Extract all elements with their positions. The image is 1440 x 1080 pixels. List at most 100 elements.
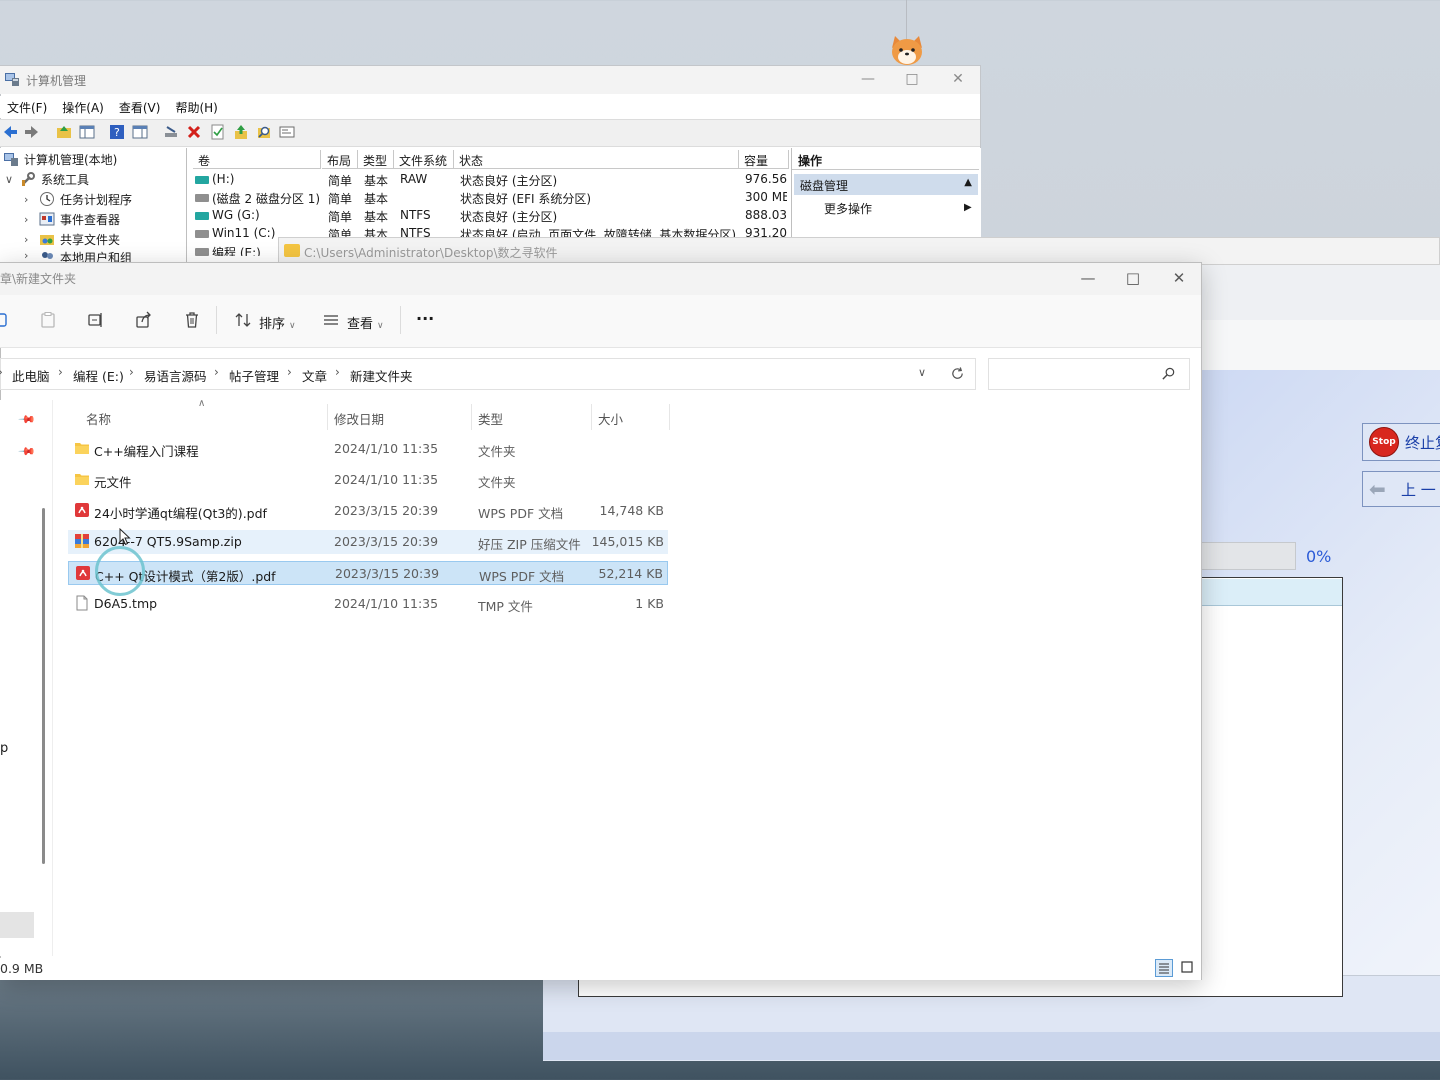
console-icon[interactable] [279,124,295,140]
column-header-filesystem[interactable]: 文件系统 [394,150,454,169]
breadcrumb-item[interactable]: 此电脑 [12,366,50,385]
back-arrow-icon[interactable] [2,124,18,140]
checklist-icon[interactable] [210,124,226,140]
volume-cell-fs[interactable]: RAW [400,172,452,186]
chevron-right-icon[interactable]: › [214,365,219,379]
submenu-arrow-icon[interactable]: ▶ [964,202,972,213]
view-button[interactable]: 查看 ∨ [347,313,384,332]
tree-root[interactable]: 计算机管理(本地) [3,149,117,169]
breadcrumb-item[interactable]: 帖子管理 [229,366,279,385]
cut-icon[interactable] [0,311,10,329]
column-header-volume[interactable]: 卷 [193,150,321,169]
tree-item-system-tools[interactable]: ∨ 系统工具 [5,169,89,189]
volume-cell-layout[interactable]: 简单 [328,172,358,189]
breadcrumb-item[interactable]: 易语言源码 [144,366,207,385]
column-header-capacity[interactable]: 容量 [739,150,789,169]
close-button[interactable]: ✕ [948,70,968,88]
tree-item-local-users[interactable]: › 本地用户和组 [24,249,132,263]
file-row[interactable]: C++编程入门课程 2024/1/10 11:35 文件夹 [68,437,668,461]
chevron-right-icon[interactable]: › [24,233,34,246]
thumbnail-view-button[interactable] [1179,959,1197,977]
action-more[interactable]: 更多操作 [824,200,872,217]
column-header-modified[interactable]: 修改日期 [334,409,384,428]
chevron-right-icon[interactable]: › [24,193,34,206]
chevron-right-icon[interactable]: › [335,365,340,379]
volume-cell-capacity[interactable]: 888.03 [745,208,787,222]
volume-cell-layout[interactable]: 简单 [328,208,358,225]
properties-pane-icon[interactable] [132,124,148,140]
breadcrumb-item[interactable]: 文章 [302,366,327,385]
volume-cell-status[interactable]: 状态良好 (主分区) [460,172,737,189]
details-view-button[interactable] [1155,959,1173,977]
nav-item-label[interactable]: p [0,741,8,756]
column-divider[interactable] [591,404,592,430]
minimize-button[interactable]: — [1076,268,1100,288]
menu-help[interactable]: 帮助(H) [168,96,225,118]
chevron-right-icon[interactable]: › [24,249,34,262]
column-header-size[interactable]: 大小 [598,409,623,428]
chevron-down-icon[interactable]: ∨ [918,366,926,379]
action-disk-management[interactable]: 磁盘管理 ▲ [794,174,978,195]
nav-scrollbar[interactable] [42,508,45,864]
refresh-icon[interactable] [950,366,965,381]
stop-button[interactable]: Stop 终止复 [1362,423,1440,461]
tree-item-shared-folders[interactable]: › 共享文件夹 [24,229,120,249]
share-icon[interactable] [135,311,153,329]
sort-button[interactable]: 排序 ∨ [259,313,296,332]
column-header-name[interactable]: 名称 [86,409,111,428]
tree-item-event-viewer[interactable]: › 事件查看器 [24,209,120,229]
breadcrumb-item[interactable]: 新建文件夹 [350,366,413,385]
column-divider[interactable] [669,404,670,430]
volume-cell-type[interactable]: 基本 [364,190,394,207]
volume-cell-fs[interactable]: NTFS [400,208,452,222]
show-tree-icon[interactable] [79,124,95,140]
shiba-mascot-icon[interactable] [888,34,926,66]
maximize-button[interactable]: □ [1121,268,1145,288]
paste-icon[interactable] [39,311,57,329]
volume-cell-name[interactable]: (磁盘 2 磁盘分区 1) [212,190,320,207]
column-header-type[interactable]: 类型 [478,409,503,428]
column-divider[interactable] [471,404,472,430]
file-row[interactable]: 24小时学通qt编程(Qt3的).pdf 2023/3/15 20:39 WPS P… [68,499,668,523]
previous-button[interactable]: ⬅ 上 一 [1362,471,1440,507]
help-icon[interactable]: ? [109,124,125,140]
forward-arrow-icon[interactable] [24,124,40,140]
sort-icon[interactable] [234,311,252,329]
column-header-status[interactable]: 状态 [454,150,739,169]
connect-drive-icon[interactable] [163,124,179,140]
tree-item-task-scheduler[interactable]: › 任务计划程序 [24,189,132,209]
column-header-layout[interactable]: 布局 [322,150,358,169]
volume-cell-layout[interactable]: 简单 [328,190,358,207]
delete-icon[interactable] [186,124,202,140]
maximize-button[interactable]: □ [902,70,922,88]
search-input[interactable] [988,358,1190,390]
delete-icon[interactable] [183,311,201,329]
volume-cell-capacity[interactable]: 976.56 [745,172,787,186]
minimize-button[interactable]: — [858,70,878,88]
chevron-right-icon[interactable]: › [24,213,34,226]
volume-cell-name[interactable]: WG (G:) [212,208,320,222]
close-button[interactable]: ✕ [1167,268,1191,288]
volume-cell-status[interactable]: 状态良好 (主分区) [460,208,737,225]
volume-cell-capacity[interactable]: 300 MB [745,190,787,204]
rename-icon[interactable] [87,311,105,329]
nav-item-selected[interactable] [0,912,34,938]
menu-file[interactable]: 文件(F) [0,96,55,118]
volume-cell-type[interactable]: 基本 [364,208,394,225]
file-row[interactable]: 6204--7 QT5.9Samp.zip 2023/3/15 20:39 好压 Z… [68,530,668,554]
view-icon[interactable] [322,311,340,329]
up-folder-icon[interactable] [56,124,72,140]
file-row[interactable]: C++ Qt设计模式（第2版）.pdf 2023/3/15 20:39 WPS PD… [68,561,668,585]
menu-view[interactable]: 查看(V) [112,96,169,118]
breadcrumb-item[interactable]: 编程 (E:) [73,366,124,385]
volume-cell-name[interactable]: (H:) [212,172,320,186]
chevron-right-icon[interactable]: › [287,365,292,379]
chevron-right-icon[interactable]: › [129,365,134,379]
search-icon[interactable] [1161,366,1176,381]
chevron-right-icon[interactable]: › [58,365,63,379]
file-row[interactable]: 元文件 2024/1/10 11:35 文件夹 [68,468,668,492]
more-options-button[interactable]: ··· [416,309,434,328]
find-icon[interactable] [256,124,272,140]
column-header-type[interactable]: 类型 [358,150,394,169]
menu-action[interactable]: 操作(A) [55,96,112,118]
